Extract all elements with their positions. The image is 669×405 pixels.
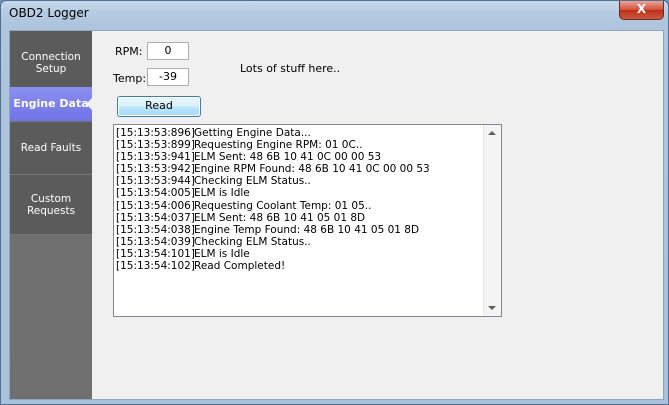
- sidebar-item-engine-data[interactable]: Engine Data: [10, 87, 93, 122]
- log-timestamp: [15:13:53:896]: [116, 127, 195, 139]
- title-bar[interactable]: OBD2 Logger X: [1, 1, 669, 25]
- sidebar-item-connection-setup[interactable]: Connection Setup: [10, 31, 92, 95]
- log-message: Getting Engine Data...: [194, 127, 311, 139]
- rpm-label: RPM:: [115, 45, 143, 58]
- log-message: ELM is Idle: [194, 187, 250, 200]
- sidebar-item-label: Read Faults: [20, 142, 82, 154]
- log-scrollbar[interactable]: [483, 125, 501, 316]
- temp-field[interactable]: -39: [147, 68, 189, 86]
- window-title: OBD2 Logger: [9, 6, 89, 20]
- list-item: [15:13:54:102]Read Completed!: [116, 260, 482, 272]
- list-item: [15:13:53:942]Engine RPM Found: 48 6B 10…: [116, 163, 482, 175]
- log-timestamp: [15:13:54:005]: [116, 187, 195, 200]
- list-item: [15:13:54:037]ELM Sent: 48 6B 10 41 05 0…: [116, 212, 482, 224]
- list-item: [15:13:54:038]Engine Temp Found: 48 6B 1…: [116, 224, 482, 236]
- list-item: [15:13:53:941]ELM Sent: 48 6B 10 41 0C 0…: [116, 151, 482, 163]
- list-item: [15:13:53:944]Checking ELM Status..: [116, 175, 482, 187]
- list-item: [15:13:53:899]Requesting Engine RPM: 01 …: [116, 139, 482, 151]
- log-listbox[interactable]: [15:13:53:896]Getting Engine Data... [15…: [113, 124, 502, 317]
- sidebar-item-label: Custom Requests: [26, 192, 76, 217]
- log-lines: [15:13:53:896]Getting Engine Data... [15…: [116, 127, 482, 272]
- log-timestamp: [15:13:53:941]: [116, 151, 195, 164]
- log-message: Checking ELM Status..: [194, 235, 311, 248]
- list-item: [15:13:54:005]ELM is Idle: [116, 187, 482, 199]
- info-text: Lots of stuff here..: [240, 62, 341, 75]
- log-timestamp: [15:13:54:102]: [116, 260, 195, 273]
- scroll-up-icon[interactable]: [488, 131, 496, 135]
- close-button[interactable]: X: [619, 1, 664, 20]
- log-message: Requesting Coolant Temp: 01 05..: [194, 199, 372, 212]
- log-message: ELM Sent: 48 6B 10 41 05 01 8D: [194, 211, 366, 224]
- log-timestamp: [15:13:54:101]: [116, 247, 195, 260]
- log-timestamp: [15:13:54:038]: [116, 223, 195, 236]
- list-item: [15:13:54:039]Checking ELM Status..: [116, 236, 482, 248]
- close-icon: X: [636, 2, 647, 16]
- sidebar-item-read-faults[interactable]: Read Faults: [10, 122, 92, 175]
- log-message: Checking ELM Status..: [194, 175, 311, 188]
- log-timestamp: [15:13:53:942]: [116, 163, 195, 176]
- log-message: ELM is Idle: [194, 247, 250, 260]
- sidebar-item-label: Connection Setup: [21, 50, 81, 75]
- temp-label: Temp:: [113, 72, 147, 85]
- log-message: Read Completed!: [194, 260, 286, 273]
- log-message: ELM Sent: 48 6B 10 41 0C 00 00 53: [194, 151, 382, 164]
- log-message: Requesting Engine RPM: 01 0C..: [194, 139, 363, 152]
- rpm-field[interactable]: 0: [147, 42, 189, 60]
- log-message: Engine Temp Found: 48 6B 10 41 05 01 8D: [194, 223, 420, 236]
- list-item: [15:13:53:896]Getting Engine Data...: [116, 127, 482, 139]
- sidebar-item-label: Engine Data: [13, 97, 89, 110]
- read-button[interactable]: Read: [117, 96, 201, 117]
- sidebar: Connection Setup Engine Data Read Faults…: [10, 31, 93, 399]
- app-window: OBD2 Logger X Connection Setup Engine Da…: [0, 0, 669, 405]
- scroll-down-icon[interactable]: [488, 306, 496, 310]
- list-item: [15:13:54:006]Requesting Coolant Temp: 0…: [116, 200, 482, 212]
- log-timestamp: [15:13:53:944]: [116, 175, 195, 188]
- list-item: [15:13:54:101]ELM is Idle: [116, 248, 482, 260]
- log-timestamp: [15:13:53:899]: [116, 139, 195, 152]
- log-message: Engine RPM Found: 48 6B 10 41 0C 00 00 5…: [194, 163, 430, 176]
- log-timestamp: [15:13:54:006]: [116, 199, 195, 212]
- log-timestamp: [15:13:54:039]: [116, 235, 195, 248]
- log-timestamp: [15:13:54:037]: [116, 211, 195, 224]
- client-area: Connection Setup Engine Data Read Faults…: [9, 30, 664, 400]
- sidebar-item-custom-requests[interactable]: Custom Requests: [10, 175, 92, 235]
